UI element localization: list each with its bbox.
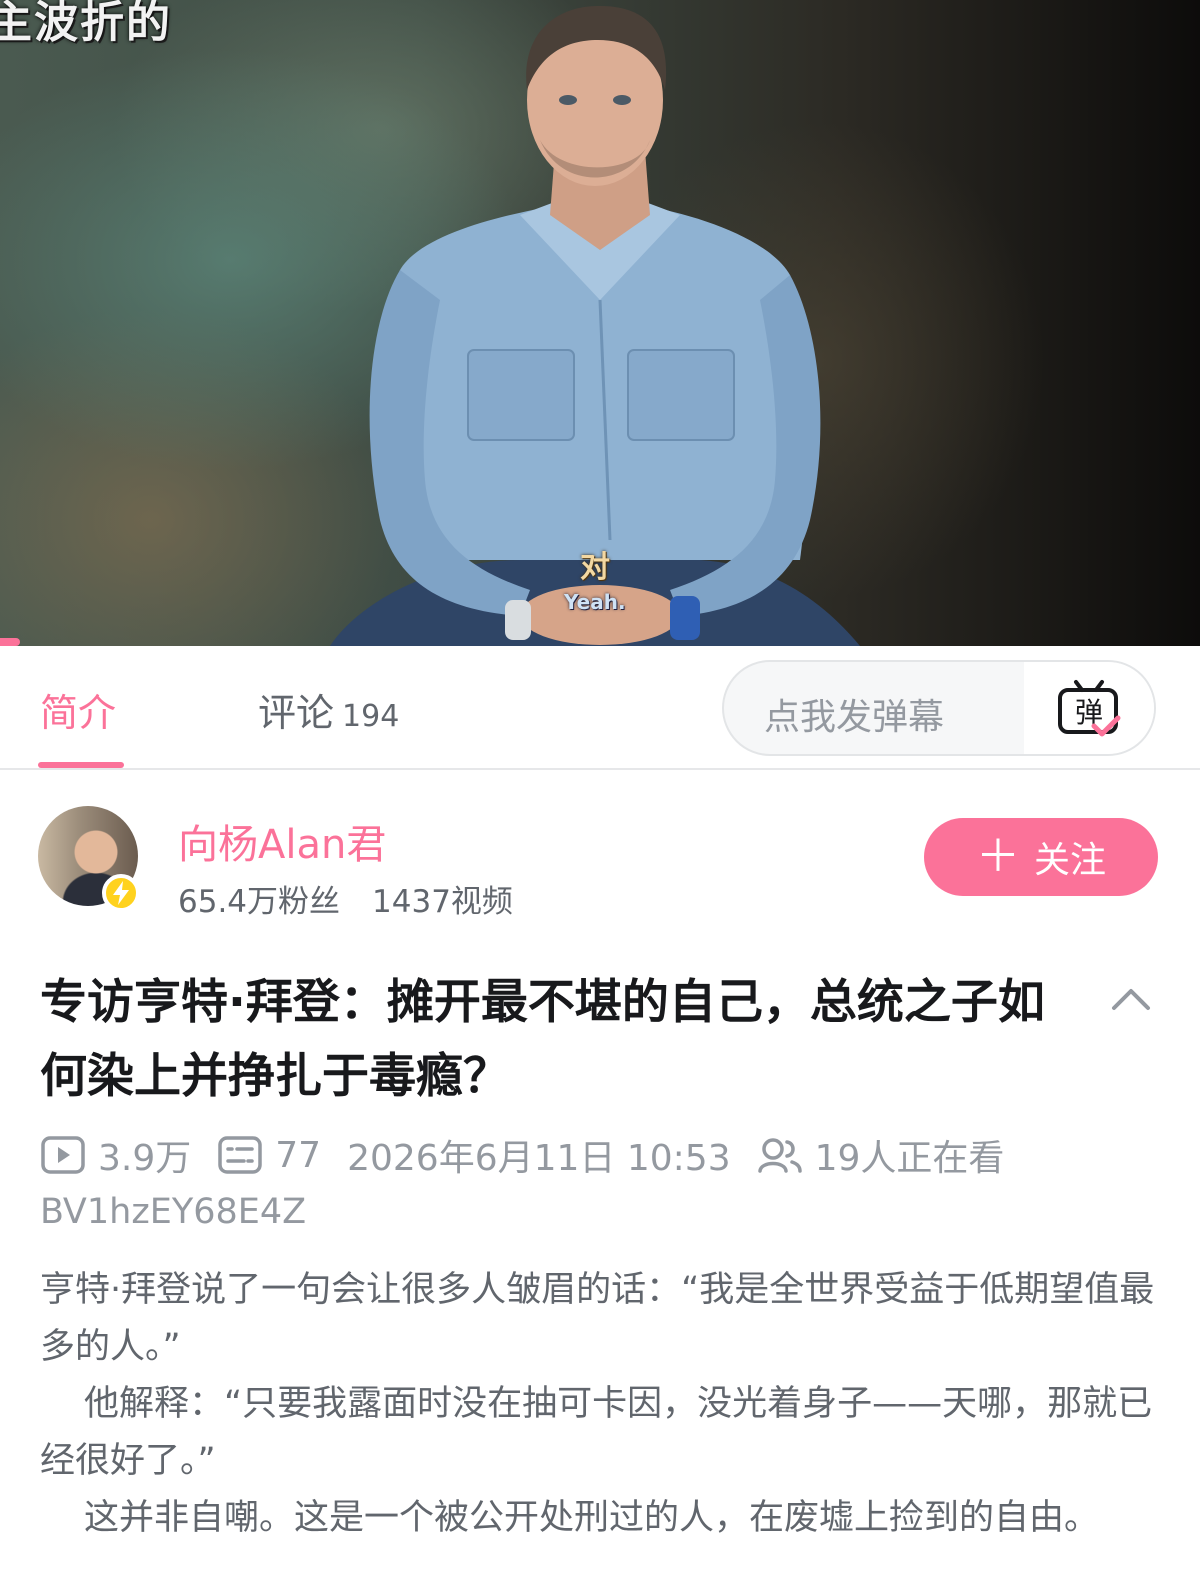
- video-player[interactable]: 主波折的 对 Yeah.: [0, 0, 1200, 646]
- tab-bar: 简介 评论 194 点我发弹幕 弹: [0, 646, 1200, 770]
- danmaku-icon-char: 弹: [1075, 696, 1103, 729]
- tab-intro[interactable]: 简介: [40, 682, 116, 737]
- danmaku-toggle-button[interactable]: 弹: [1024, 662, 1154, 754]
- video-progress-fill: [0, 638, 21, 646]
- video-subtitle-en: Yeah.: [564, 590, 626, 614]
- watching-now: 19人正在看: [757, 1129, 1005, 1181]
- follow-label: 关注: [1033, 840, 1106, 881]
- description-paragraph: 他解释：“只要我露面时没在抽可卡因，没光着身子——天哪，那就已经很好了。”: [40, 1384, 1153, 1481]
- video-progress-bar[interactable]: [0, 638, 1200, 646]
- video-meta: 3.9万 77 2026年6月11日 10:53 19人正在看: [40, 1130, 1170, 1180]
- tab-active-indicator: [38, 762, 124, 768]
- viewers-icon: [757, 1138, 802, 1173]
- bvid: BV1hzEY68E4Z: [40, 1192, 307, 1232]
- follow-button[interactable]: ＋ 关注: [924, 818, 1158, 896]
- watching-now-value: 19人正在看: [814, 1138, 1005, 1179]
- video-title: 专访亨特·拜登：摊开最不堪的自己，总统之子如何染上并挣扎于毒瘾？: [40, 975, 1045, 1104]
- danmaku-input[interactable]: 点我发弹幕 弹: [722, 660, 1156, 756]
- uploader-card: 向杨Alan君 65.4万粉丝 1437视频 ＋ 关注: [0, 790, 1200, 930]
- uploader-stats: 65.4万粉丝 1437视频: [178, 876, 513, 921]
- video-subtitle-cn: 对: [580, 550, 610, 585]
- danmaku-count-value: 77: [275, 1134, 322, 1176]
- tab-comments-count: 194: [342, 699, 400, 734]
- verified-badge-icon: [102, 874, 140, 912]
- tab-comments-label: 评论: [258, 691, 335, 735]
- uploader-video-count: 1437视频: [372, 884, 513, 920]
- tab-comments[interactable]: 评论 194: [258, 682, 399, 737]
- danmaku-placeholder: 点我发弹幕: [764, 697, 945, 738]
- danmaku-icon: 弹: [1058, 680, 1121, 737]
- description-paragraph: 亨特·拜登说了一句会让很多人皱眉的话：“我是全世界受益于低期望值最多的人。”: [40, 1270, 1155, 1367]
- view-count: 3.9万: [40, 1129, 191, 1181]
- view-count-value: 3.9万: [98, 1138, 192, 1179]
- plus-icon: ＋: [975, 831, 1020, 882]
- description-paragraph: 这并非自嘲。这是一个被公开处刑过的人，在废墟上捡到的自由。: [84, 1498, 1100, 1538]
- collapse-chevron-up-icon[interactable]: [1106, 974, 1156, 1024]
- uploader-followers: 65.4万粉丝: [178, 884, 341, 920]
- danmaku-count-icon: [218, 1136, 263, 1174]
- play-count-icon: [41, 1136, 85, 1174]
- uploader-name[interactable]: 向杨Alan君: [178, 812, 386, 870]
- publish-datetime: 2026年6月11日 10:53: [347, 1138, 731, 1179]
- video-description: 亨特·拜登说了一句会让很多人皱眉的话：“我是全世界受益于低期望值最多的人。” 他…: [40, 1262, 1164, 1547]
- danmaku-count: 77: [217, 1135, 321, 1176]
